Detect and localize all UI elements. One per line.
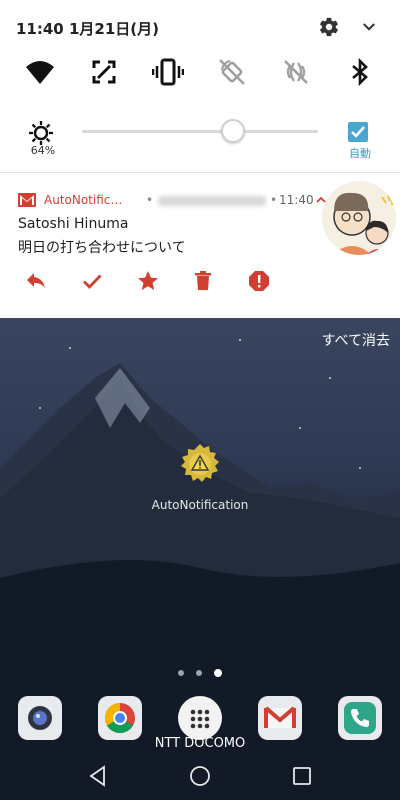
report-icon[interactable] xyxy=(247,269,271,293)
date: 1月21日(月) xyxy=(68,20,160,38)
gmail-icon xyxy=(18,193,36,207)
navigation-bar xyxy=(0,758,400,800)
brightness-slider-thumb[interactable] xyxy=(221,119,246,143)
carrier-label: NTT DOCOMO xyxy=(154,736,246,751)
rotation-lock-icon xyxy=(219,59,245,85)
dock-chrome[interactable] xyxy=(98,696,142,740)
tile-screen-capture[interactable] xyxy=(88,56,120,88)
sender-name: Satoshi Hinuma xyxy=(18,216,129,232)
tile-vibrate[interactable] xyxy=(151,56,185,88)
home-wallpaper: すべて消去 AutoNotification NTT DOCOMO xyxy=(0,318,400,800)
back-icon[interactable] xyxy=(86,764,110,788)
phone-icon xyxy=(344,702,376,734)
reply-icon[interactable] xyxy=(24,269,48,293)
gmail-icon xyxy=(264,706,296,728)
gear-icon[interactable] xyxy=(318,16,340,38)
blurred-email xyxy=(158,196,266,206)
check-icon xyxy=(351,126,365,138)
camera-icon xyxy=(28,706,52,730)
notification-card[interactable]: AutoNotific… • • 11:40 Satoshi Hinuma 明日… xyxy=(0,172,400,318)
chevron-down-icon[interactable] xyxy=(360,18,378,36)
bluetooth-icon xyxy=(352,57,368,87)
separator-dot: • xyxy=(146,193,154,207)
tile-bluetooth[interactable] xyxy=(344,56,376,88)
wifi-icon xyxy=(26,61,54,84)
star-icon[interactable] xyxy=(136,269,160,293)
dock-app-drawer[interactable] xyxy=(178,696,222,740)
app-name: AutoNotific… xyxy=(44,193,123,207)
brightness-control: 64% 自動 xyxy=(0,118,400,162)
notification-time: 11:40 xyxy=(279,193,314,207)
chrome-icon xyxy=(104,703,135,734)
app-icon-autonotification[interactable] xyxy=(178,442,222,486)
separator-dot: • xyxy=(270,193,278,207)
quick-tiles xyxy=(0,56,400,92)
page-dot xyxy=(178,670,184,676)
check-icon[interactable] xyxy=(80,269,104,293)
notification-actions xyxy=(0,269,400,297)
page-dot xyxy=(196,670,202,676)
clear-all-button[interactable]: すべて消去 xyxy=(300,330,390,350)
tile-wifi[interactable] xyxy=(24,56,56,88)
app-drawer-icon xyxy=(190,709,210,729)
page-indicator xyxy=(178,668,226,678)
notification-header: AutoNotific… • • 11:40 xyxy=(18,193,326,209)
email-subject: 明日の打ち合わせについて xyxy=(18,240,186,256)
tile-nfc[interactable] xyxy=(280,56,312,88)
auto-brightness-label: 自動 xyxy=(349,147,371,160)
dock-phone[interactable] xyxy=(338,696,382,740)
home-icon[interactable] xyxy=(188,764,212,788)
screen-capture-icon xyxy=(92,60,116,84)
dock-camera[interactable] xyxy=(18,696,62,740)
vibrate-icon xyxy=(151,58,185,86)
avatar xyxy=(322,181,396,255)
clock-date: 11:40 1月21日(月) xyxy=(16,18,159,39)
page-dot-active xyxy=(214,669,222,677)
dock-gmail[interactable] xyxy=(258,696,302,740)
nfc-icon xyxy=(284,60,308,84)
status-row: 11:40 1月21日(月) xyxy=(0,0,400,52)
brightness-percent: 64% xyxy=(30,144,56,157)
clock: 11:40 xyxy=(16,20,64,38)
avatar-illustration xyxy=(332,192,393,255)
tile-rotation-lock[interactable] xyxy=(216,56,248,88)
auto-brightness-checkbox[interactable] xyxy=(348,122,368,142)
brightness-slider[interactable] xyxy=(82,119,318,143)
recents-icon[interactable] xyxy=(290,764,314,788)
brightness-icon xyxy=(29,121,53,145)
quick-settings-panel: 11:40 1月21日(月) 64% 自動 xyxy=(0,0,400,172)
delete-icon[interactable] xyxy=(191,269,215,293)
app-label-autonotification: AutoNotification xyxy=(151,498,249,512)
